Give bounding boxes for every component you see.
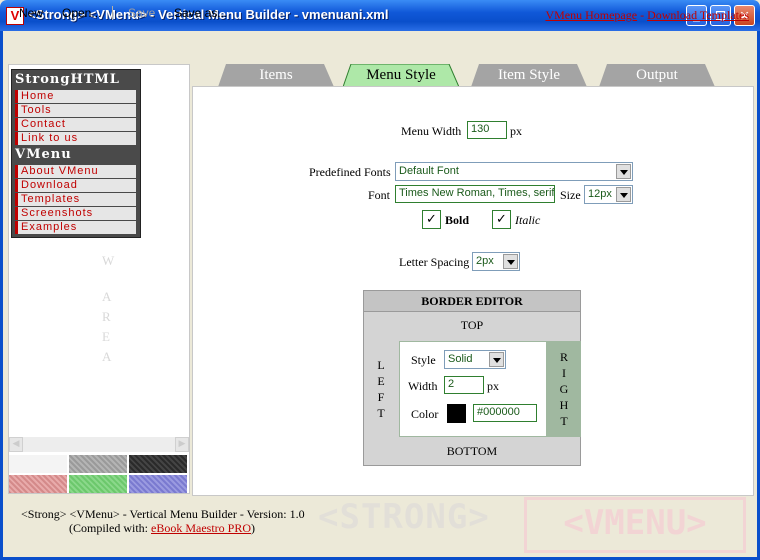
watermark-letter: W [102,253,115,268]
tab-output[interactable]: Output [599,64,715,87]
predefined-fonts-select[interactable]: Default Font [395,162,633,181]
menu-item-tools[interactable]: Tools [15,104,136,117]
strong-watermark-logo: <STRONG> [318,497,490,537]
tab-label: Output [636,67,678,83]
chevron-down-icon[interactable] [489,352,504,367]
chevron-down-icon[interactable] [503,254,518,269]
watermark-letter: A [102,349,112,364]
menu-item-contact[interactable]: Contact [15,118,136,131]
background-swatch[interactable] [69,475,127,493]
header-links: VMenu Homepage - Download Templates [545,6,749,24]
vmenu-watermark-logo: <VMENU> [524,497,746,553]
tab-label: Items [259,67,293,83]
border-top-label[interactable]: TOP [364,318,580,333]
vertical-letter: H [559,398,569,412]
font-input[interactable]: Times New Roman, Times, serif [395,185,555,203]
menu-item-about-vmenu[interactable]: About VMenu [15,165,136,178]
compiled-prefix: (Compiled with: [69,521,151,535]
new-button[interactable]: New [19,6,43,20]
background-swatch[interactable] [129,475,187,493]
predefined-fonts-label: Predefined Fonts [309,165,391,179]
vertical-letter: I [562,366,566,380]
compiled-suffix: ) [251,521,255,535]
letter-spacing-label: Letter Spacing [399,255,470,269]
menu-item-download[interactable]: Download [15,179,136,192]
chevron-down-icon[interactable] [616,187,631,202]
letter-spacing-value: 2px [476,255,494,267]
menu-item-home[interactable]: Home [15,90,136,103]
download-templates-link[interactable]: Download Templates [647,8,749,22]
version-text: <Strong> <VMenu> - Vertical Menu Builder… [21,507,305,521]
vertical-letter: R [559,350,568,364]
border-editor-title: BORDER EDITOR [364,291,580,312]
border-style-label: Style [411,353,436,367]
save-button[interactable]: Save [128,6,155,20]
italic-checkbox[interactable]: ✓ [492,210,511,229]
menu-width-unit: px [510,124,522,138]
border-properties: Style Solid Width 2 px Color #000000 [399,341,547,437]
ebook-maestro-link[interactable]: eBook Maestro PRO [151,521,251,535]
watermark-letter: E [102,329,110,344]
tab-label: Item Style [497,67,561,83]
tab-items[interactable]: Items [218,64,334,87]
border-editor: BORDER EDITOR TOP L E F T R I G H T Styl… [363,290,581,466]
border-width-input[interactable]: 2 [444,376,484,394]
menu-width-label: Menu Width [401,124,462,138]
border-color-label: Color [411,407,439,421]
toolbar [3,31,757,57]
vertical-letter: F [377,390,385,404]
vmenu-homepage-link[interactable]: VMenu Homepage [545,8,637,22]
border-right-label[interactable]: R I G H T [547,341,581,437]
vertical-letter: G [559,382,569,396]
menu-group-title: StrongHTML [15,72,120,87]
menu-preview: StrongHTML Home Tools Contact Link to us… [11,69,141,238]
background-swatch[interactable] [129,455,187,473]
border-width-unit: px [487,379,499,393]
border-left-label[interactable]: L E F T [374,357,388,421]
chevron-down-icon[interactable] [616,164,631,179]
italic-label: Italic [515,213,541,227]
size-label: Size [560,188,581,202]
menu-item-templates[interactable]: Templates [15,193,136,206]
menu-preview-panel: StrongHTML Home Tools Contact Link to us… [8,64,190,494]
tab-item-style[interactable]: Item Style [471,64,587,87]
scroll-right-icon[interactable]: ▶ [175,437,189,452]
menu-item-screenshots[interactable]: Screenshots [15,207,136,220]
menu-group-title: VMenu [15,147,72,162]
menu-item-examples[interactable]: Examples [15,221,136,234]
watermark-letter: A [102,289,112,304]
size-value: 12px [588,188,612,200]
bold-checkbox[interactable]: ✓ [422,210,441,229]
tab-menu-style[interactable]: Menu Style [343,64,459,87]
border-style-select[interactable]: Solid [444,350,506,369]
background-swatch[interactable] [9,475,67,493]
menu-item-link-to-us[interactable]: Link to us [15,132,136,145]
border-bottom-label[interactable]: BOTTOM [364,444,580,459]
border-width-label: Width [408,379,438,393]
background-swatch[interactable] [9,455,67,473]
size-select[interactable]: 12px [584,185,633,204]
toolbar-separator [112,6,113,20]
tab-label: Menu Style [366,67,436,83]
horizontal-scrollbar[interactable]: ◀ ▶ [9,437,189,452]
link-separator: - [637,8,648,22]
vertical-letter: T [560,414,568,428]
scroll-left-icon[interactable]: ◀ [9,437,23,452]
border-style-value: Solid [448,353,473,365]
bold-label: Bold [445,213,470,227]
border-color-input[interactable]: #000000 [473,404,537,422]
font-label: Font [368,188,391,202]
background-swatch[interactable] [69,455,127,473]
letter-spacing-select[interactable]: 2px [472,252,520,271]
vertical-letter: L [377,358,385,372]
compiled-with-text: (Compiled with: eBook Maestro PRO) [69,521,255,536]
color-swatch[interactable] [447,404,466,423]
save-as-button[interactable]: Save as... [174,6,227,20]
predefined-fonts-value: Default Font [399,165,459,177]
vertical-letter: E [377,374,385,388]
watermark-letter: R [102,309,111,324]
vertical-letter: T [377,406,385,420]
open-button[interactable]: Open... [62,6,101,20]
menu-width-input[interactable]: 130 [467,121,507,139]
